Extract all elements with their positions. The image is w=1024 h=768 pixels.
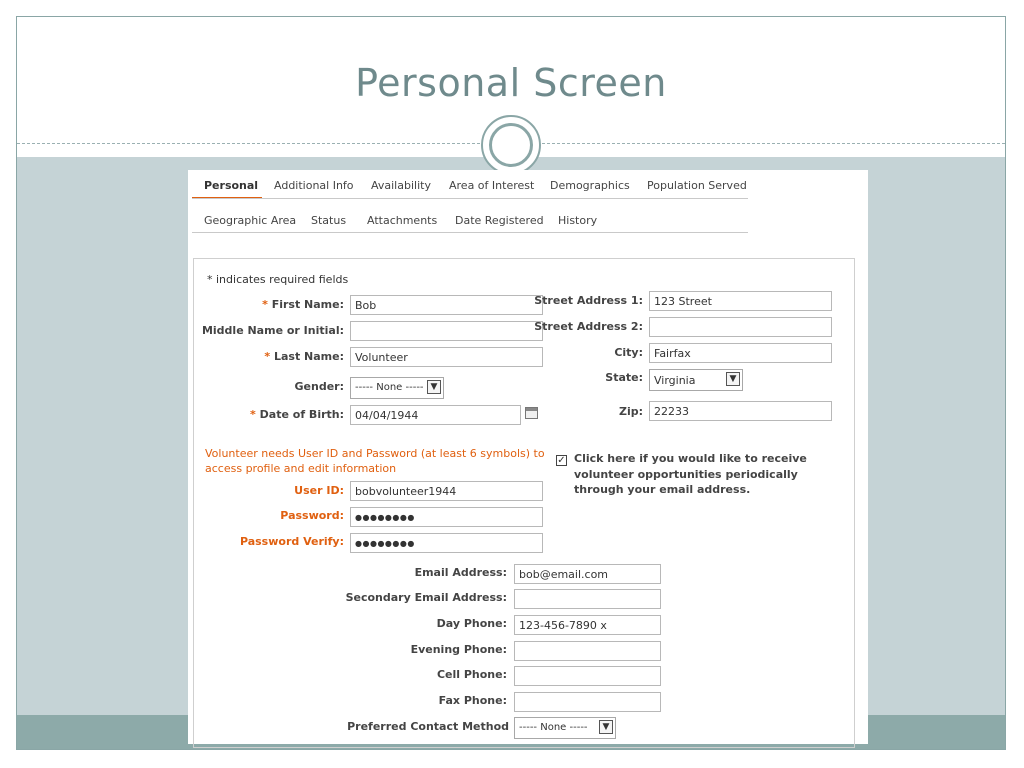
tab-date-registered[interactable]: Date Registered — [455, 214, 544, 227]
fax-phone-input[interactable] — [514, 692, 661, 712]
evening-phone-label: Evening Phone: — [410, 643, 507, 656]
tab-area-of-interest[interactable]: Area of Interest — [449, 179, 534, 192]
last-name-label: * Last Name: — [264, 350, 344, 363]
state-select[interactable]: Virginia ▼ — [649, 369, 743, 391]
slide-title: Personal Screen — [355, 61, 667, 105]
dob-input[interactable] — [350, 405, 521, 425]
personal-screen: Personal Additional Info Availability Ar… — [188, 170, 868, 748]
tab-demographics[interactable]: Demographics — [550, 179, 630, 192]
first-name-input[interactable] — [350, 295, 543, 315]
calendar-icon[interactable] — [525, 407, 538, 419]
chevron-down-icon[interactable]: ▼ — [599, 720, 613, 734]
zip-label: Zip: — [618, 405, 643, 418]
tab-population-served[interactable]: Population Served — [647, 179, 747, 192]
street1-label: Street Address 1: — [534, 294, 643, 307]
tab-additional-info[interactable]: Additional Info — [274, 179, 354, 192]
first-name-label: * First Name: — [262, 298, 344, 311]
street1-input[interactable] — [649, 291, 832, 311]
email-label: Email Address: — [414, 566, 507, 579]
tab-geographic-area[interactable]: Geographic Area — [204, 214, 296, 227]
email-input[interactable] — [514, 564, 661, 584]
day-phone-input[interactable] — [514, 615, 661, 635]
city-input[interactable] — [649, 343, 832, 363]
tab-history[interactable]: History — [558, 214, 597, 227]
login-requirement-note: Volunteer needs User ID and Password (at… — [205, 447, 545, 475]
required-marker: * — [262, 298, 268, 311]
password-verify-input[interactable]: ●●●●●●●● — [350, 533, 543, 553]
gender-select[interactable]: ----- None ----- ▼ — [350, 377, 444, 399]
required-marker: * — [250, 408, 256, 421]
cell-phone-input[interactable] — [514, 666, 661, 686]
opt-in-checkbox[interactable]: ✓ — [556, 455, 567, 466]
day-phone-label: Day Phone: — [436, 617, 507, 630]
evening-phone-input[interactable] — [514, 641, 661, 661]
required-fields-note: * indicates required fields — [207, 273, 349, 286]
street2-input[interactable] — [649, 317, 832, 337]
contact-method-label: Preferred Contact Method — [347, 720, 509, 733]
user-id-input[interactable] — [350, 481, 543, 501]
last-name-input[interactable] — [350, 347, 543, 367]
middle-name-input[interactable] — [350, 321, 543, 341]
middle-name-label: Middle Name or Initial: — [201, 324, 344, 337]
state-label: State: — [605, 371, 643, 384]
tab-attachments[interactable]: Attachments — [367, 214, 437, 227]
tab-row-divider — [192, 198, 748, 199]
contact-method-select[interactable]: ----- None ----- ▼ — [514, 717, 616, 739]
city-label: City: — [614, 346, 643, 359]
password-label: Password: — [280, 509, 344, 522]
opt-in-label[interactable]: Click here if you would like to receive … — [574, 451, 824, 498]
tab-availability[interactable]: Availability — [371, 179, 431, 192]
secondary-email-label: Secondary Email Address: — [345, 591, 507, 604]
required-marker: * — [264, 350, 271, 363]
password-verify-label: Password Verify: — [239, 535, 344, 548]
gender-label: Gender: — [294, 380, 344, 393]
chevron-down-icon[interactable]: ▼ — [726, 372, 740, 386]
password-input[interactable]: ●●●●●●●● — [350, 507, 543, 527]
personal-form: * indicates required fields * First Name… — [193, 258, 855, 748]
tab-personal[interactable]: Personal — [204, 179, 258, 192]
fax-phone-label: Fax Phone: — [438, 694, 507, 707]
zip-input[interactable] — [649, 401, 832, 421]
secondary-email-input[interactable] — [514, 589, 661, 609]
cell-phone-label: Cell Phone: — [436, 668, 507, 681]
decorative-circle-icon — [481, 115, 541, 175]
tab-status[interactable]: Status — [311, 214, 346, 227]
tab-row-divider — [192, 232, 748, 233]
dob-label: * Date of Birth: — [250, 408, 344, 421]
street2-label: Street Address 2: — [534, 320, 643, 333]
user-id-label: User ID: — [294, 484, 344, 497]
chevron-down-icon[interactable]: ▼ — [427, 380, 441, 394]
